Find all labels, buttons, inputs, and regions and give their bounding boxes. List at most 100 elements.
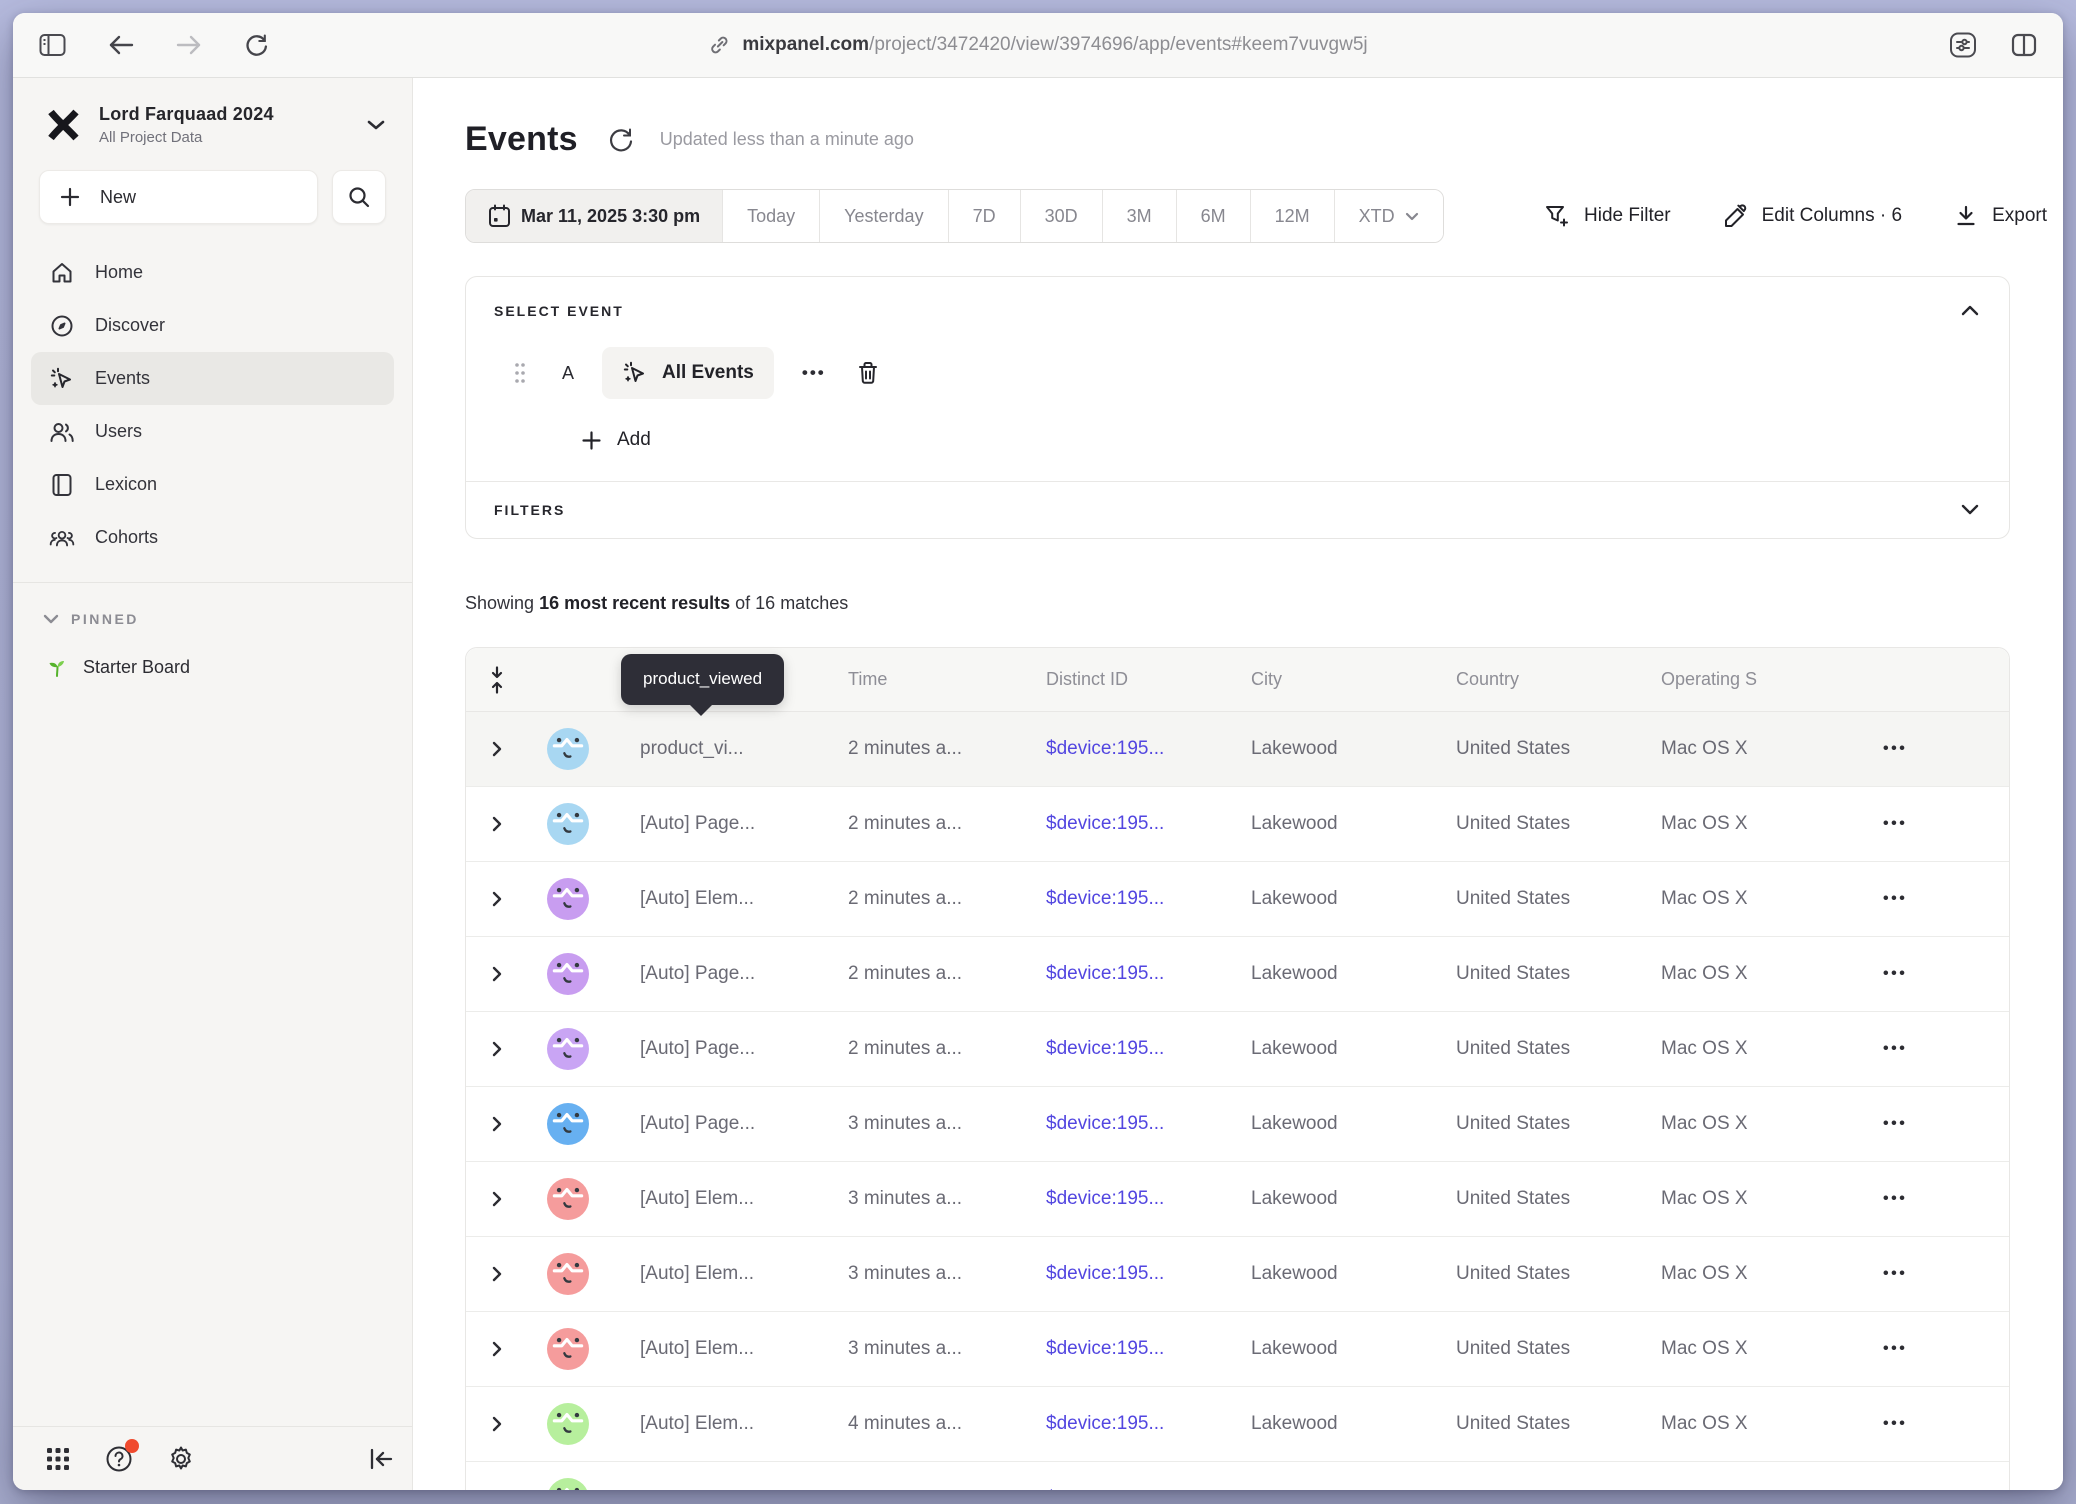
column-header-country[interactable]: Country [1426,669,1631,690]
event-more-options-icon[interactable]: ••• [802,363,826,383]
row-more-options-icon[interactable]: ••• [1883,1340,1907,1358]
edit-columns-button[interactable]: Edit Columns · 6 [1723,204,1902,229]
date-segment-7d[interactable]: 7D [949,190,1021,242]
row-more-options-icon[interactable]: ••• [1883,890,1907,908]
column-header-time[interactable]: Time [818,669,1016,690]
date-segment-6m[interactable]: 6M [1177,190,1251,242]
table-row[interactable]: [Auto] Page... 2 minutes a... $device:19… [466,787,2009,862]
sidebar-item-users[interactable]: Users [31,405,394,458]
expand-row-icon[interactable] [491,1040,503,1058]
table-row[interactable]: [Auto] Elem... 3 minutes a... $device:19… [466,1162,2009,1237]
date-segment-custom[interactable]: Mar 11, 2025 3:30 pm [466,190,723,242]
date-segment-xtd[interactable]: XTD [1335,190,1443,242]
refresh-icon[interactable] [608,127,634,153]
distinct-id-link[interactable]: $device:195... [1046,1263,1164,1284]
user-avatar[interactable] [547,1478,589,1490]
user-avatar[interactable] [547,878,589,920]
browser-sidebar-toggle-icon[interactable] [35,29,70,61]
gear-icon[interactable] [165,1443,197,1475]
expand-row-icon[interactable] [491,815,503,833]
date-segment-3m[interactable]: 3M [1103,190,1177,242]
browser-back-icon[interactable] [104,30,138,60]
apps-grid-icon[interactable] [43,1444,73,1474]
date-segment-12m[interactable]: 12M [1251,190,1335,242]
table-row[interactable]: product_vi... 2 minutes a... $device:195… [466,712,2009,787]
add-event-button[interactable]: Add [582,429,651,451]
collapse-sidebar-icon[interactable] [366,1445,396,1473]
user-avatar[interactable] [547,1328,589,1370]
drag-handle-icon[interactable] [514,361,526,385]
sidebar-item-cohorts[interactable]: Cohorts [31,511,394,564]
row-more-options-icon[interactable]: ••• [1883,1190,1907,1208]
table-row[interactable]: [Auto] Elem... 4 minutes a... $device:19… [466,1462,2009,1490]
collapse-select-event-icon[interactable] [1957,301,1983,320]
user-avatar[interactable] [547,1253,589,1295]
delete-event-icon[interactable] [856,360,880,386]
distinct-id-link[interactable]: $device:195... [1046,1188,1164,1209]
browser-forward-icon[interactable] [172,30,206,60]
table-row[interactable]: [Auto] Elem... 2 minutes a... $device:19… [466,862,2009,937]
event-selector-chip[interactable]: All Events [602,347,774,399]
table-row[interactable]: [Auto] Elem... 3 minutes a... $device:19… [466,1237,2009,1312]
table-row[interactable]: [Auto] Page... 2 minutes a... $device:19… [466,1012,2009,1087]
row-more-options-icon[interactable]: ••• [1883,1415,1907,1433]
distinct-id-link[interactable]: $device:195... [1046,1038,1164,1059]
date-segment-yesterday[interactable]: Yesterday [820,190,948,242]
row-more-options-icon[interactable]: ••• [1883,965,1907,983]
table-row[interactable]: [Auto] Elem... 4 minutes a... $device:19… [466,1387,2009,1462]
expand-row-icon[interactable] [491,1340,503,1358]
expand-row-icon[interactable] [491,965,503,983]
expand-filters-icon[interactable] [1957,500,1983,519]
distinct-id-link[interactable]: $device:195... [1046,888,1164,909]
table-row[interactable]: [Auto] Elem... 3 minutes a... $device:19… [466,1312,2009,1387]
user-avatar[interactable] [547,953,589,995]
sidebar-item-home[interactable]: Home [31,246,394,299]
row-more-options-icon[interactable]: ••• [1883,1265,1907,1283]
pinned-section-header[interactable]: PINNED [13,583,412,627]
page-settings-icon[interactable] [1945,28,1981,62]
user-avatar[interactable] [547,1028,589,1070]
export-button[interactable]: Export [1954,204,2047,228]
user-avatar[interactable] [547,803,589,845]
date-segment-today[interactable]: Today [723,190,820,242]
help-icon[interactable] [103,1443,135,1475]
user-avatar[interactable] [547,1103,589,1145]
expand-row-icon[interactable] [491,890,503,908]
distinct-id-link[interactable]: $device:195... [1046,1413,1164,1434]
user-avatar[interactable] [547,728,589,770]
distinct-id-link[interactable]: $device:195... [1046,813,1164,834]
hide-filter-button[interactable]: Hide Filter [1544,203,1671,229]
sidebar-item-events[interactable]: Events [31,352,394,405]
distinct-id-link[interactable]: $device:195... [1046,738,1164,759]
expand-row-icon[interactable] [491,1190,503,1208]
column-header-city[interactable]: City [1221,669,1426,690]
column-header-distinct-id[interactable]: Distinct ID [1016,669,1221,690]
row-more-options-icon[interactable]: ••• [1883,1115,1907,1133]
sidebar-item-starter-board[interactable]: Starter Board [13,627,412,679]
row-more-options-icon[interactable]: ••• [1883,740,1907,758]
row-more-options-icon[interactable]: ••• [1883,815,1907,833]
distinct-id-link[interactable]: $device:195... [1046,1488,1164,1490]
distinct-id-link[interactable]: $device:195... [1046,1113,1164,1134]
table-row[interactable]: [Auto] Page... 3 minutes a... $device:19… [466,1087,2009,1162]
project-switcher[interactable]: Lord Farquaad 2024 All Project Data [13,78,412,146]
user-avatar[interactable] [547,1178,589,1220]
row-more-options-icon[interactable]: ••• [1883,1040,1907,1058]
table-row[interactable]: [Auto] Page... 2 minutes a... $device:19… [466,937,2009,1012]
collapse-all-rows-icon[interactable] [487,666,507,694]
date-segment-30d[interactable]: 30D [1021,190,1103,242]
split-view-icon[interactable] [2007,29,2041,61]
new-button[interactable]: New [39,170,318,224]
expand-row-icon[interactable] [491,1115,503,1133]
expand-row-icon[interactable] [491,740,503,758]
url-bar[interactable]: mixpanel.com/project/3472420/view/397469… [708,34,1367,56]
sidebar-item-discover[interactable]: Discover [31,299,394,352]
browser-reload-icon[interactable] [240,29,273,62]
search-button[interactable] [332,170,386,224]
sidebar-item-lexicon[interactable]: Lexicon [31,458,394,511]
distinct-id-link[interactable]: $device:195... [1046,1338,1164,1359]
user-avatar[interactable] [547,1403,589,1445]
expand-row-icon[interactable] [491,1415,503,1433]
column-header-os[interactable]: Operating S [1631,669,1821,690]
distinct-id-link[interactable]: $device:195... [1046,963,1164,984]
